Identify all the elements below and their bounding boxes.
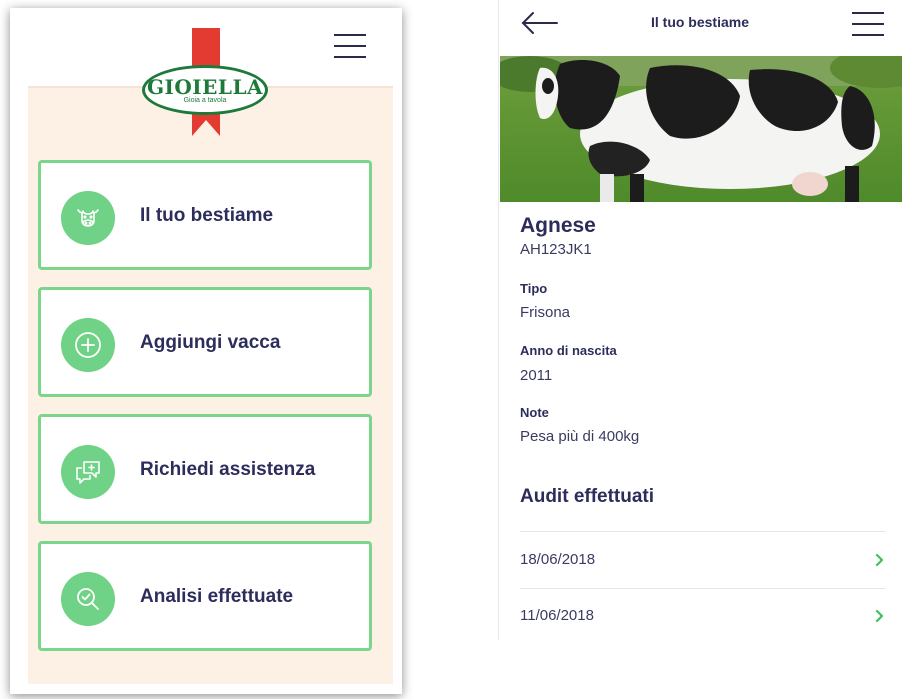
- hamburger-menu-icon[interactable]: [852, 12, 884, 38]
- menu-card-label: Richiedi assistenza: [140, 459, 316, 480]
- cow-name: Agnese: [520, 214, 596, 237]
- field-label-anno-di-nascita: Anno di nascita: [520, 343, 617, 358]
- menu-card-aggiungi-vacca[interactable]: Aggiungi vacca: [38, 287, 372, 397]
- menu-card-label: Il tuo bestiame: [140, 205, 274, 226]
- page-title: Il tuo bestiame: [650, 14, 750, 30]
- divider: [520, 588, 886, 589]
- field-label-tipo: Tipo: [520, 281, 548, 296]
- chevron-right-icon[interactable]: [874, 553, 886, 572]
- plus-circle-icon: [61, 318, 115, 372]
- hamburger-menu-icon[interactable]: [334, 34, 366, 60]
- ribbon-notch: [192, 120, 220, 136]
- back-arrow-icon[interactable]: [520, 10, 560, 41]
- logo-brand-text: GIOIELLA: [146, 75, 264, 99]
- cow-code: AH123JK1: [520, 241, 592, 258]
- chevron-right-icon[interactable]: [874, 609, 886, 628]
- audit-section-title: Audit effettuati: [520, 486, 655, 507]
- menu-card-label: Aggiungi vacca: [140, 332, 281, 353]
- field-value-note: Pesa più di 400kg: [520, 428, 640, 445]
- magnifier-check-icon: [61, 572, 115, 626]
- screen-divider: [498, 0, 499, 640]
- cow-icon: [61, 191, 115, 245]
- audit-item-date[interactable]: 18/06/2018: [520, 551, 595, 568]
- field-value-tipo: Frisona: [520, 304, 571, 321]
- cow-photo: [500, 56, 902, 202]
- menu-card-il-tuo-bestiame[interactable]: Il tuo bestiame: [38, 160, 372, 270]
- brand-logo[interactable]: GIOIELLA Gioia a tavola: [142, 65, 268, 115]
- menu-card-label: Analisi effettuate: [140, 586, 294, 607]
- chat-bubbles-icon: [61, 445, 115, 499]
- divider: [520, 531, 886, 532]
- audit-item-date[interactable]: 11/06/2018: [520, 607, 594, 624]
- menu-card-analisi-effettuate[interactable]: Analisi effettuate: [38, 541, 372, 651]
- menu-card-richiedi-assistenza[interactable]: Richiedi assistenza: [38, 414, 372, 524]
- field-value-anno-di-nascita: 2011: [520, 367, 553, 384]
- field-label-note: Note: [520, 405, 549, 420]
